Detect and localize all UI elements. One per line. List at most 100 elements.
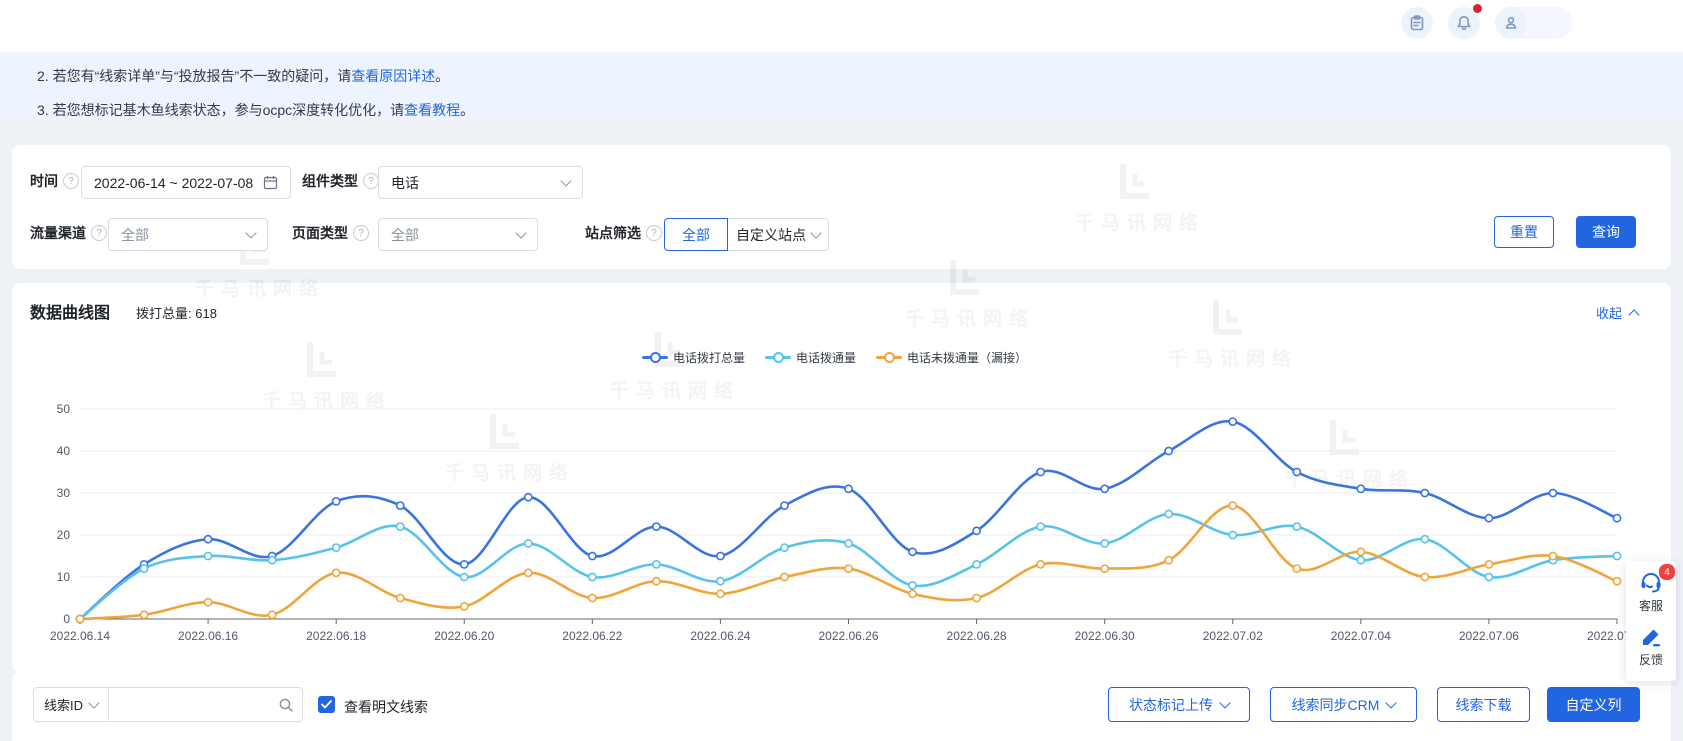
search-input[interactable] [109,697,270,713]
legend-item[interactable]: 电话拨通量 [765,349,856,366]
legend-item[interactable]: 电话未拨通量（漏接） [876,349,1027,366]
chevron-down-icon [88,697,99,708]
svg-text:50: 50 [57,402,71,416]
floating-helper-widget: 4 客服 反馈 [1626,561,1676,681]
time-filter-label-group: 时间 ? [30,171,79,191]
clipboard-icon[interactable] [1401,7,1433,39]
search-field-select[interactable]: 线索ID [34,688,108,721]
svg-text:2022.06.20: 2022.06.20 [434,629,494,643]
query-button[interactable]: 查询 [1576,216,1636,248]
chevron-down-icon [560,175,571,186]
notice-text: 3. 若您想标记基木鱼线索状态，参与ocpc深度转化优化，请 [37,102,404,118]
chart-header: 数据曲线图 拨打总量: 618 [30,299,217,323]
svg-text:2022.07.04: 2022.07.04 [1331,629,1391,643]
customer-service-label: 客服 [1639,597,1663,614]
service-badge: 4 [1658,563,1676,581]
pencil-icon [1639,625,1663,649]
feedback-label: 反馈 [1639,651,1663,668]
chevron-up-icon [1628,309,1639,320]
feedback-button[interactable]: 反馈 [1639,625,1663,668]
chevron-down-icon [810,227,821,238]
svg-text:30: 30 [57,486,71,500]
notice-link-reason-details[interactable]: 查看原因详述 [351,68,435,84]
notice-line-2: 2. 若您有“线索详单”与“投放报告”不一致的疑问，请查看原因详述。 [37,59,1683,93]
topbar [0,0,1683,52]
notification-dot-icon [1473,4,1482,13]
reset-button[interactable]: 重置 [1494,216,1554,248]
site-filter-label-group: 站点筛选 ? [585,223,662,243]
help-icon[interactable]: ? [363,173,379,189]
plaintext-leads-label: 查看明文线索 [344,697,428,717]
user-icon [1495,7,1527,39]
svg-text:2022.06.24: 2022.06.24 [690,629,750,643]
search-icon[interactable] [270,697,302,713]
chevron-down-icon [515,227,526,238]
page-type-label: 页面类型 [292,223,348,243]
traffic-channel-select[interactable]: 全部 [108,218,268,251]
status-mark-upload-button[interactable]: 状态标记上传 [1108,687,1250,722]
calendar-icon [263,175,278,190]
chevron-down-icon [1219,697,1230,708]
custom-columns-button[interactable]: 自定义列 [1547,687,1640,722]
svg-text:2022.06.28: 2022.06.28 [947,629,1007,643]
time-label: 时间 [30,171,58,191]
lead-download-button[interactable]: 线索下载 [1437,687,1530,722]
chart-legend: 电话拨打总量 电话拨通量 电话未拨通量（漏接） [642,349,1027,366]
lead-search-combo: 线索ID [33,687,303,722]
chart-panel: 数据曲线图 拨打总量: 618 收起 电话拨打总量 电话拨通量 电话未拨通量（漏接）… [12,283,1671,672]
bell-icon[interactable] [1448,7,1480,39]
site-filter-label: 站点筛选 [585,223,641,243]
filter-panel: 时间 ? 2022-06-14 ~ 2022-07-08 组件类型 ? 电话 流… [12,145,1671,269]
component-type-label-group: 组件类型 ? [302,171,379,191]
chart-title: 数据曲线图 [30,299,110,323]
svg-text:2022.06.22: 2022.06.22 [562,629,622,643]
svg-text:2022.06.30: 2022.06.30 [1075,629,1135,643]
svg-text:40: 40 [57,444,71,458]
svg-text:2022.06.26: 2022.06.26 [818,629,878,643]
search-field-label: 线索ID [44,695,83,714]
svg-text:20: 20 [57,528,71,542]
date-range-value: 2022-06-14 ~ 2022-07-08 [94,175,253,191]
chevron-down-icon [245,227,256,238]
collapse-link[interactable]: 收起 [1596,303,1638,322]
traffic-channel-value: 全部 [121,225,149,245]
notice-line-3: 3. 若您想标记基木鱼线索状态，参与ocpc深度转化优化，请查看教程。 [37,93,1683,127]
chevron-down-icon [1386,697,1397,708]
notice-link-tutorial[interactable]: 查看教程 [404,102,460,118]
page-type-value: 全部 [391,225,419,245]
svg-text:2022.06.16: 2022.06.16 [178,629,238,643]
help-icon[interactable]: ? [63,173,79,189]
page-type-select[interactable]: 全部 [378,218,538,251]
topbar-icons [1401,7,1573,39]
line-chart: 0 10 20 30 40 50 2022.06.14 2022.06.16 2022.06.1… [12,383,1671,668]
notice-text: 2. 若您有“线索详单”与“投放报告”不一致的疑问，请 [37,68,351,84]
leads-toolbar: 线索ID 查看明文线索 状态标记上传 线索同步CRM 线索下载 自定义列 [12,672,1671,741]
user-menu[interactable] [1495,7,1573,39]
page-type-label-group: 页面类型 ? [292,223,369,243]
date-range-input[interactable]: 2022-06-14 ~ 2022-07-08 [81,166,291,199]
notice-text-suffix: 。 [435,68,449,84]
site-all-button[interactable]: 全部 [664,218,728,251]
help-icon[interactable]: ? [91,225,107,241]
svg-text:0: 0 [63,612,70,626]
component-type-select[interactable]: 电话 [378,166,583,199]
site-custom-button[interactable]: 自定义站点 [728,218,829,251]
component-type-label: 组件类型 [302,171,358,191]
page: 2. 若您有“线索详单”与“投放报告”不一致的疑问，请查看原因详述。 3. 若您… [0,0,1683,741]
notice-banner: 2. 若您有“线索详单”与“投放报告”不一致的疑问，请查看原因详述。 3. 若您… [0,52,1683,120]
svg-text:2022.06.18: 2022.06.18 [306,629,366,643]
svg-text:2022.07.02: 2022.07.02 [1203,629,1263,643]
svg-text:2022.07.06: 2022.07.06 [1459,629,1519,643]
site-filter-group: 全部 自定义站点 [664,218,829,251]
checkbox-check-icon [321,700,332,709]
traffic-channel-label: 流量渠道 [30,223,86,243]
svg-text:2022.06.14: 2022.06.14 [50,629,110,643]
component-type-value: 电话 [391,173,419,193]
plaintext-leads-checkbox[interactable] [318,696,335,713]
help-icon[interactable]: ? [646,225,662,241]
traffic-channel-label-group: 流量渠道 ? [30,223,107,243]
legend-item[interactable]: 电话拨打总量 [642,349,745,366]
lead-sync-crm-button[interactable]: 线索同步CRM [1270,687,1417,722]
help-icon[interactable]: ? [353,225,369,241]
svg-text:10: 10 [57,570,71,584]
